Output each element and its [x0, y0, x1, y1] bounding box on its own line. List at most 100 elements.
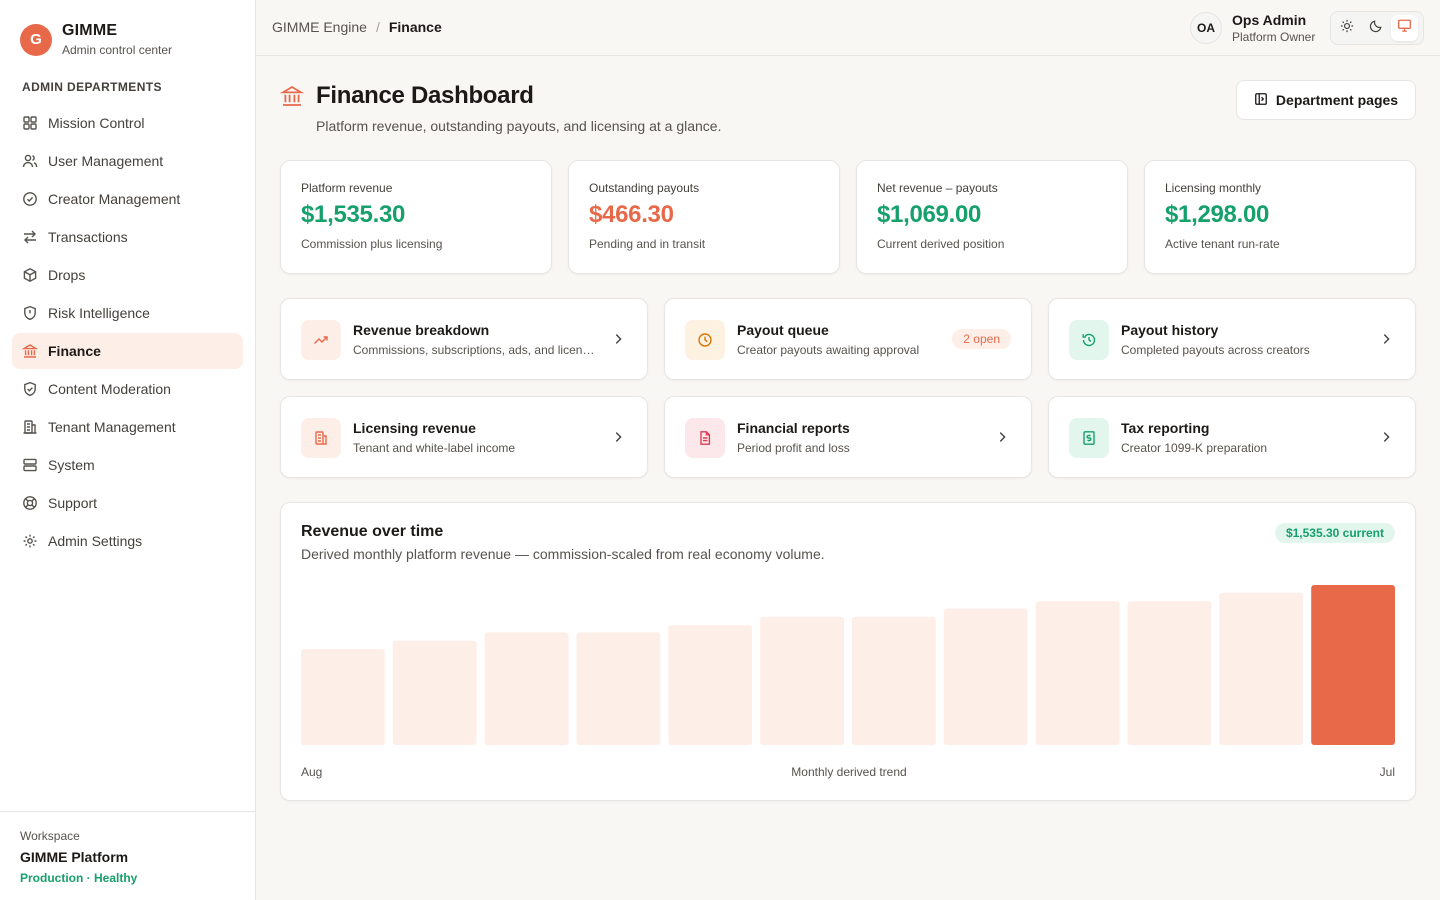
chevron-right-icon	[1379, 430, 1393, 449]
breadcrumb: GIMME Engine / Finance	[272, 19, 442, 35]
chart-bar-jan[interactable]	[760, 616, 844, 745]
x-axis-caption: Monthly derived trend	[791, 765, 907, 779]
receipt-dollar-icon	[1069, 418, 1109, 458]
sidebar-item-admin-settings[interactable]: Admin Settings	[12, 523, 243, 559]
sidebar-item-finance[interactable]: Finance	[12, 333, 243, 369]
avatar: OA	[1190, 12, 1222, 44]
sidebar-item-label: System	[48, 457, 95, 473]
sidebar-nav: Mission Control User Management Creator …	[12, 105, 243, 561]
page-title: Finance Dashboard	[316, 82, 534, 109]
card-payout-history[interactable]: Payout history Completed payouts across …	[1048, 298, 1416, 380]
sidebar-item-label: User Management	[48, 153, 164, 169]
stat-note: Pending and in transit	[589, 237, 706, 251]
topbar: GIMME Engine / Finance OA Ops Admin Plat…	[256, 0, 1440, 56]
moon-icon	[1369, 19, 1383, 38]
stat-note: Current derived position	[877, 237, 1005, 251]
sidebar-item-tenant-management[interactable]: Tenant Management	[12, 409, 243, 445]
sidebar-item-content-moderation[interactable]: Content Moderation	[12, 371, 243, 407]
clock-icon	[685, 320, 725, 360]
trending-up-icon	[301, 320, 341, 360]
chart-bar-sep[interactable]	[392, 640, 477, 745]
card-title: Revenue breakdown	[353, 322, 490, 338]
sidebar-item-risk-intelligence[interactable]: Risk Intelligence	[12, 295, 243, 331]
card-title: Financial reports	[737, 420, 850, 436]
open-count-badge: 2 open	[952, 329, 1011, 349]
sidebar-item-support[interactable]: Support	[12, 485, 243, 521]
brand-subtitle: Admin control center	[62, 43, 173, 57]
server-icon	[22, 457, 38, 473]
chart-bar-oct[interactable]	[484, 632, 569, 745]
brand[interactable]: G GIMME Admin control center	[20, 22, 172, 57]
chart-bar-jul[interactable]	[1311, 585, 1395, 745]
sidebar-item-creator-management[interactable]: Creator Management	[12, 181, 243, 217]
building-icon	[301, 418, 341, 458]
chevron-right-icon	[995, 430, 1009, 449]
card-title: Payout queue	[737, 322, 829, 338]
card-tax-reporting[interactable]: Tax reporting Creator 1099-K preparation	[1048, 396, 1416, 478]
brand-logo: G	[20, 23, 52, 56]
package-icon	[22, 267, 38, 283]
theme-light-button[interactable]	[1334, 15, 1361, 41]
stat-value: $1,069.00	[877, 201, 982, 228]
sidebar-item-label: Content Moderation	[48, 381, 171, 397]
card-description: Period profit and loss	[737, 441, 850, 455]
sidebar-item-mission-control[interactable]: Mission Control	[12, 105, 243, 141]
chart-bar-dec[interactable]	[668, 625, 753, 745]
stat-label: Licensing monthly	[1165, 181, 1262, 195]
card-description: Completed payouts across creators	[1121, 343, 1310, 357]
chart-bar-aug[interactable]	[301, 649, 385, 745]
sidebar-item-label: Tenant Management	[48, 419, 176, 435]
sun-icon	[1340, 19, 1354, 38]
sidebar-item-label: Finance	[48, 343, 101, 359]
breadcrumb-root[interactable]: GIMME Engine	[272, 19, 367, 35]
sidebar-item-user-management[interactable]: User Management	[12, 143, 243, 179]
theme-dark-button[interactable]	[1363, 15, 1390, 41]
stat-label: Net revenue – payouts	[877, 181, 998, 195]
card-financial-reports[interactable]: Financial reports Period profit and loss	[664, 396, 1032, 478]
stat-value: $1,535.30	[301, 201, 406, 228]
sidebar-item-drops[interactable]: Drops	[12, 257, 243, 293]
building-icon	[22, 419, 38, 435]
card-payout-queue[interactable]: Payout queue Creator payouts awaiting ap…	[664, 298, 1032, 380]
chart-bar-apr[interactable]	[1035, 601, 1120, 745]
card-description: Tenant and white-label income	[353, 441, 516, 455]
stat-label: Outstanding payouts	[589, 181, 700, 195]
card-description: Creator payouts awaiting approval	[737, 343, 920, 357]
theme-system-button[interactable]	[1391, 15, 1419, 41]
card-revenue-breakdown[interactable]: Revenue breakdown Commissions, subscript…	[280, 298, 648, 380]
chart-bar-nov[interactable]	[576, 632, 661, 745]
chevron-right-icon	[1379, 332, 1393, 351]
sidebar-item-label: Transactions	[48, 229, 128, 245]
chevron-right-icon	[611, 430, 625, 449]
chart-title: Revenue over time	[301, 523, 444, 540]
department-pages-label: Department pages	[1275, 92, 1399, 108]
department-pages-button[interactable]: Department pages	[1236, 80, 1416, 120]
sidebar-item-system[interactable]: System	[12, 447, 243, 483]
brand-name: GIMME	[62, 22, 118, 39]
bank-icon	[279, 84, 305, 113]
document-icon	[685, 418, 725, 458]
stat-card-outstanding-payouts: Outstanding payouts $466.30 Pending and …	[568, 160, 840, 274]
sidebar-item-transactions[interactable]: Transactions	[12, 219, 243, 255]
user-menu[interactable]: OA Ops Admin Platform Owner	[1190, 12, 1315, 44]
stat-label: Platform revenue	[301, 181, 393, 195]
chart-bar-jun[interactable]	[1219, 592, 1304, 745]
card-title: Tax reporting	[1121, 420, 1210, 436]
stat-value: $1,298.00	[1165, 201, 1270, 228]
chart-subtitle: Derived monthly platform revenue — commi…	[301, 546, 825, 562]
workspace-label: Workspace	[20, 829, 80, 843]
card-description: Creator 1099-K preparation	[1121, 441, 1268, 455]
breadcrumb-separator: /	[375, 19, 380, 35]
sidebar-item-label: Support	[48, 495, 98, 511]
workspace-name: GIMME Platform	[20, 849, 129, 865]
chart-bar-may[interactable]	[1127, 601, 1212, 745]
chart-bar-feb[interactable]	[852, 616, 936, 745]
x-axis-end-label: Jul	[1379, 765, 1395, 779]
card-licensing-revenue[interactable]: Licensing revenue Tenant and white-label…	[280, 396, 648, 478]
revenue-bar-chart	[301, 585, 1395, 746]
chart-bar-mar[interactable]	[943, 608, 1028, 746]
grid-icon	[22, 115, 38, 131]
sidebar-item-label: Risk Intelligence	[48, 305, 150, 321]
stat-note: Active tenant run-rate	[1165, 237, 1280, 251]
sidebar: G GIMME Admin control center ADMIN DEPAR…	[0, 0, 256, 900]
